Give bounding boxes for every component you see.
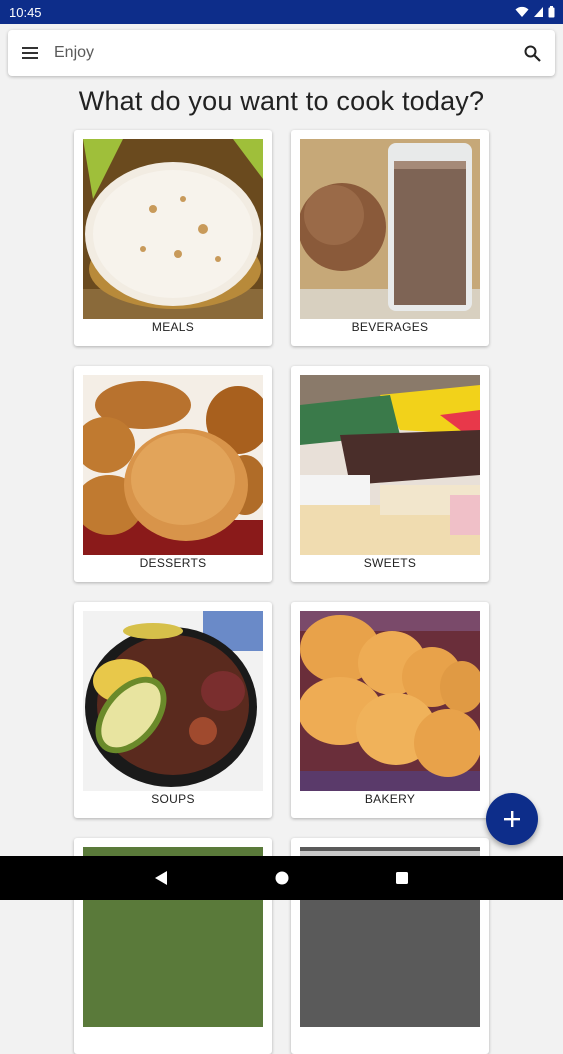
category-card-meals[interactable]: MEALS [74,130,272,346]
category-label: SOUPS [151,792,195,806]
category-label: BAKERY [364,792,416,806]
category-label: SWEETS [363,556,417,570]
beverages-photo [300,139,480,319]
page-heading: What do you want to cook today? [78,86,485,116]
status-time: 10:45 [9,4,42,20]
category-label: MEALS [151,320,195,334]
home-icon[interactable] [272,868,292,888]
navigation-bar [0,856,563,900]
category-label: DESSERTS [139,556,207,570]
category-card-bakery[interactable]: BAKERY [291,602,489,818]
status-bar: 10:45 [0,0,563,24]
wifi-icon [515,6,529,17]
category-label: BEVERAGES [351,320,429,334]
category-card-sweets[interactable]: SWEETS [291,366,489,582]
cell-signal-icon [534,7,543,17]
app-bar-title: Enjoy [54,44,95,61]
soups-photo [83,611,263,791]
add-recipe-button[interactable] [486,793,538,845]
battery-icon [548,6,555,18]
desserts-photo [83,375,263,555]
category-card-desserts[interactable]: DESSERTS [74,366,272,582]
search-icon[interactable] [521,42,543,64]
category-card-soups[interactable]: SOUPS [74,602,272,818]
category-card-beverages[interactable]: BEVERAGES [291,130,489,346]
meals-photo [83,139,263,319]
back-icon[interactable] [151,868,171,888]
recents-icon[interactable] [392,868,412,888]
sweets-photo [300,375,480,555]
bakery-photo [300,611,480,791]
app-bar: Enjoy [8,30,555,76]
menu-icon[interactable] [20,43,40,63]
plus-icon [504,811,520,827]
